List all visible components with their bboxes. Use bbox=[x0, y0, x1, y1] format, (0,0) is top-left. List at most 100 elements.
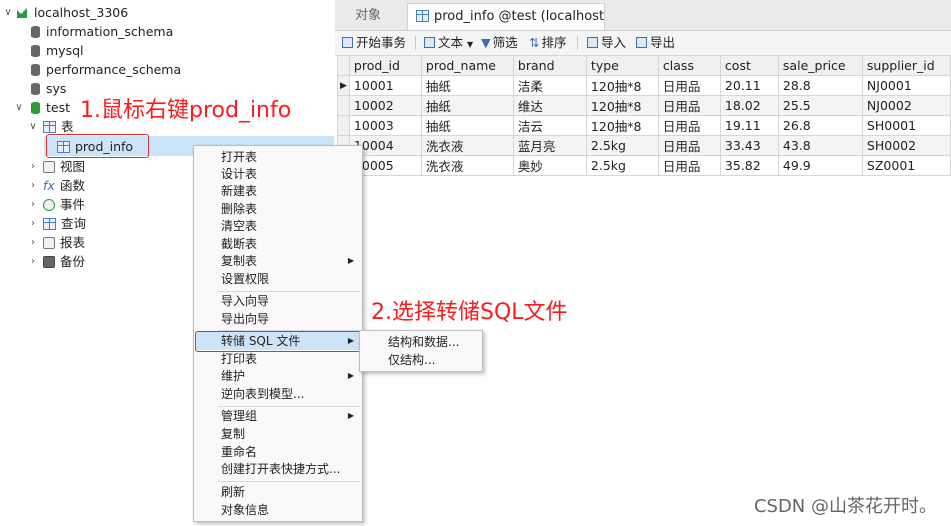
grid-cell[interactable]: 日用品 bbox=[657, 75, 721, 96]
menu-item-design-table[interactable]: 设计表 bbox=[221, 166, 257, 183]
grid-cell[interactable]: 抽纸 bbox=[420, 115, 514, 136]
grid-cell[interactable]: 35.82 bbox=[719, 155, 779, 176]
grid-cell[interactable]: 10001 bbox=[348, 75, 422, 96]
column-header[interactable]: prod_id bbox=[348, 55, 422, 76]
table-row[interactable]: 10003 抽纸 洁云 120抽*8 日用品 19.11 26.8 SH0001 bbox=[337, 115, 951, 136]
tree-group-functions[interactable]: fx 函数 bbox=[43, 176, 85, 195]
menu-item-copy[interactable]: 复制 bbox=[221, 426, 245, 443]
table-row[interactable]: ▶ 10001 抽纸 洁柔 120抽*8 日用品 20.11 28.8 NJ00… bbox=[337, 75, 951, 96]
menu-item-duplicate-table[interactable]: 复制表 bbox=[221, 253, 257, 270]
tree-db-performance-schema[interactable]: performance_schema bbox=[31, 60, 181, 79]
menu-item-maintain[interactable]: 维护 bbox=[221, 368, 245, 385]
tree-db-test[interactable]: test bbox=[31, 98, 70, 117]
grid-cell[interactable]: 49.9 bbox=[777, 155, 863, 176]
text-button[interactable]: 文本 ▼ bbox=[424, 31, 473, 55]
grid-cell[interactable]: 10003 bbox=[348, 115, 422, 136]
grid-cell[interactable]: 25.5 bbox=[777, 95, 863, 116]
tree-group-events[interactable]: 事件 bbox=[43, 195, 85, 214]
grid-cell[interactable]: 20.11 bbox=[719, 75, 779, 96]
column-header[interactable]: supplier_id bbox=[861, 55, 951, 76]
menu-item-refresh[interactable]: 刷新 bbox=[221, 484, 245, 501]
grid-cell[interactable]: 33.43 bbox=[719, 135, 779, 156]
table-row[interactable]: 10002 抽纸 维达 120抽*8 日用品 18.02 25.5 NJ0002 bbox=[337, 95, 951, 116]
tree-group-queries[interactable]: 查询 bbox=[43, 214, 86, 233]
menu-item-structure-only[interactable]: 仅结构... bbox=[388, 352, 435, 369]
menu-item-new-table[interactable]: 新建表 bbox=[221, 183, 257, 200]
chevron-right-icon[interactable]: › bbox=[28, 157, 38, 176]
chevron-right-icon[interactable]: › bbox=[28, 214, 38, 233]
menu-item-export-wizard[interactable]: 导出向导 bbox=[221, 311, 269, 328]
menu-item-open-table[interactable]: 打开表 bbox=[221, 149, 257, 166]
chevron-right-icon[interactable]: › bbox=[28, 195, 38, 214]
chevron-right-icon[interactable]: › bbox=[28, 233, 38, 252]
chevron-down-icon[interactable]: ∨ bbox=[28, 117, 38, 136]
grid-cell[interactable]: 洁云 bbox=[512, 115, 587, 136]
chevron-down-icon[interactable]: ∨ bbox=[3, 3, 13, 22]
grid-cell[interactable]: 洗衣液 bbox=[420, 135, 514, 156]
tree-db-sys[interactable]: sys bbox=[31, 79, 66, 98]
sort-button[interactable]: ⇅ 排序 bbox=[529, 31, 567, 55]
chevron-right-icon[interactable]: › bbox=[28, 252, 38, 271]
grid-cell[interactable]: 奥妙 bbox=[512, 155, 587, 176]
tree-group-backups[interactable]: 备份 bbox=[43, 252, 85, 271]
grid-cell[interactable]: 120抽*8 bbox=[585, 115, 659, 136]
table-row[interactable]: 10005 洗衣液 奥妙 2.5kg 日用品 35.82 49.9 SZ0001 bbox=[337, 155, 951, 176]
column-header[interactable]: sale_price bbox=[777, 55, 863, 76]
grid-cell[interactable]: 19.11 bbox=[719, 115, 779, 136]
menu-item-rename[interactable]: 重命名 bbox=[221, 444, 257, 461]
grid-cell[interactable]: 2.5kg bbox=[585, 155, 659, 176]
menu-item-manage-group[interactable]: 管理组 bbox=[221, 408, 257, 425]
menu-item-import-wizard[interactable]: 导入向导 bbox=[221, 293, 269, 310]
grid-cell[interactable]: SZ0001 bbox=[861, 155, 951, 176]
grid-cell[interactable]: 日用品 bbox=[657, 115, 721, 136]
export-button[interactable]: 导出 bbox=[636, 31, 675, 55]
menu-item-create-shortcut[interactable]: 创建打开表快捷方式... bbox=[221, 461, 340, 478]
menu-item-structure-and-data[interactable]: 结构和数据... bbox=[388, 334, 459, 351]
grid-cell[interactable]: 日用品 bbox=[657, 95, 721, 116]
chevron-down-icon[interactable]: ∨ bbox=[14, 98, 24, 117]
menu-item-truncate-table[interactable]: 截断表 bbox=[221, 236, 257, 253]
tree-db-mysql[interactable]: mysql bbox=[31, 41, 84, 60]
grid-cell[interactable]: NJ0002 bbox=[861, 95, 951, 116]
column-header[interactable]: cost bbox=[719, 55, 779, 76]
tree-group-reports[interactable]: 报表 bbox=[43, 233, 85, 252]
grid-cell[interactable]: 抽纸 bbox=[420, 95, 514, 116]
grid-cell[interactable]: 日用品 bbox=[657, 155, 721, 176]
import-button[interactable]: 导入 bbox=[587, 31, 626, 55]
grid-cell[interactable]: 43.8 bbox=[777, 135, 863, 156]
menu-item-print-table[interactable]: 打印表 bbox=[221, 351, 257, 368]
grid-cell[interactable]: 抽纸 bbox=[420, 75, 514, 96]
grid-cell[interactable]: 120抽*8 bbox=[585, 95, 659, 116]
tree-connection[interactable]: localhost_3306 bbox=[16, 3, 128, 22]
tree-db-information-schema[interactable]: information_schema bbox=[31, 22, 173, 41]
column-header[interactable]: prod_name bbox=[420, 55, 514, 76]
grid-cell[interactable]: 120抽*8 bbox=[585, 75, 659, 96]
begin-transaction-button[interactable]: 开始事务 bbox=[342, 31, 406, 55]
tab-prod-info[interactable]: prod_info @test (localhost_... bbox=[407, 3, 605, 30]
grid-cell[interactable]: SH0002 bbox=[861, 135, 951, 156]
filter-button[interactable]: ▼ 筛选 bbox=[481, 31, 518, 55]
column-header[interactable]: type bbox=[585, 55, 659, 76]
menu-item-set-permissions[interactable]: 设置权限 bbox=[221, 271, 269, 288]
grid-cell[interactable]: 日用品 bbox=[657, 135, 721, 156]
menu-item-delete-table[interactable]: 删除表 bbox=[221, 201, 257, 218]
column-header[interactable]: brand bbox=[512, 55, 587, 76]
grid-cell[interactable]: 洁柔 bbox=[512, 75, 587, 96]
grid-cell[interactable]: 洗衣液 bbox=[420, 155, 514, 176]
column-header[interactable]: class bbox=[657, 55, 721, 76]
grid-cell[interactable]: 蓝月亮 bbox=[512, 135, 587, 156]
menu-item-empty-table[interactable]: 清空表 bbox=[221, 218, 257, 235]
tab-objects[interactable]: 对象 bbox=[347, 3, 407, 30]
menu-item-object-info[interactable]: 对象信息 bbox=[221, 502, 269, 519]
tree-group-views[interactable]: 视图 bbox=[43, 157, 85, 176]
grid-cell[interactable]: NJ0001 bbox=[861, 75, 951, 96]
chevron-right-icon[interactable]: › bbox=[28, 176, 38, 195]
grid-cell[interactable]: 28.8 bbox=[777, 75, 863, 96]
grid-cell[interactable]: 维达 bbox=[512, 95, 587, 116]
menu-item-reverse-to-model[interactable]: 逆向表到模型... bbox=[221, 386, 304, 403]
grid-cell[interactable]: 10002 bbox=[348, 95, 422, 116]
grid-cell[interactable]: 2.5kg bbox=[585, 135, 659, 156]
grid-cell[interactable]: 26.8 bbox=[777, 115, 863, 136]
grid-cell[interactable]: SH0001 bbox=[861, 115, 951, 136]
table-row[interactable]: 10004 洗衣液 蓝月亮 2.5kg 日用品 33.43 43.8 SH000… bbox=[337, 135, 951, 156]
